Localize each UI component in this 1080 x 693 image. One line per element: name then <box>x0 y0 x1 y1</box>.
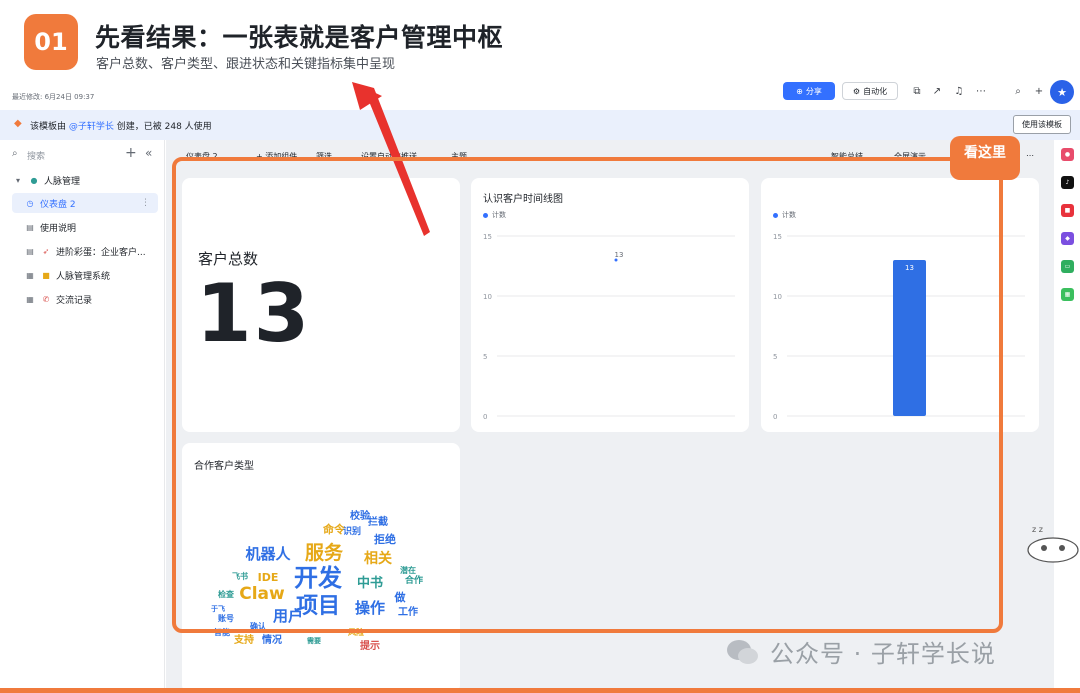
wordcloud-word: 情况 <box>262 633 282 646</box>
doc-icon: ▤ <box>26 222 34 232</box>
doc-icon: ▤ <box>26 246 34 256</box>
bottom-accent-line <box>0 688 1080 693</box>
folder-icon: ■ <box>42 270 50 280</box>
search-placeholder: 搜索 <box>27 152 46 162</box>
sidebar-root-label: 人脉管理 <box>44 176 81 187</box>
expand-icon[interactable]: ↗ <box>930 84 944 98</box>
rail-app-tiktok-icon[interactable]: ♪ <box>1061 176 1074 189</box>
app-top-bar: 最近修改: 6月24日 09:37 ⊕ 分享 ⚙ 自动化 ⧉ ↗ ♫ ⋯ ⌕ +… <box>0 80 1080 110</box>
more-icon[interactable]: ⋯ <box>974 84 988 98</box>
collapse-sidebar-icon[interactable]: « <box>145 146 152 160</box>
sidebar-item-dashboard[interactable]: ◷ 仪表盘 2 ⋮ <box>12 193 158 213</box>
wordcloud-word: 支持 <box>233 633 254 646</box>
caret-down-icon: ▾ <box>15 175 20 185</box>
template-notice-text: 该模板由 @子轩学长 创建，已被 248 人使用 <box>30 119 212 132</box>
sleeping-mascot-icon: z z <box>1027 525 1079 563</box>
dashboard-icon: ◷ <box>26 198 34 208</box>
banner-subtitle: 客户总数、客户类型、跟进状态和关键指标集中呈现 <box>96 57 396 72</box>
template-notice-bar: ◆ 该模板由 @子轩学长 创建，已被 248 人使用 使用该模板 <box>0 110 1080 140</box>
people-icon: ● <box>30 175 38 185</box>
table-icon: ▦ <box>26 270 34 280</box>
user-avatar[interactable]: ★ <box>1050 80 1074 104</box>
share-button[interactable]: ⊕ 分享 <box>783 82 835 100</box>
bell-icon[interactable]: ♫ <box>952 84 966 98</box>
step-badge: 01 <box>24 14 78 70</box>
author-link[interactable]: @子轩学长 <box>69 122 114 132</box>
sidebar-item-system[interactable]: ▦ ■ 人脉管理系统 <box>12 265 158 285</box>
toolbar-more-icon[interactable]: ⋯ <box>1026 151 1034 160</box>
wordcloud-word: 需要 <box>307 636 321 645</box>
sidebar-item-records[interactable]: ▦ ✆ 交流记录 <box>12 289 158 309</box>
sidebar-item-advanced[interactable]: ▤ ➶ 进阶彩蛋：企业客户... <box>12 241 158 261</box>
sidebar-item-label: 仪表盘 2 <box>40 199 76 210</box>
rail-app-4-icon[interactable]: ◆ <box>1061 232 1074 245</box>
search-icon[interactable]: ⌕ <box>1011 84 1025 98</box>
screenshot-root: 01 先看结果：一张表就是客户管理中枢 客户总数、客户类型、跟进状态和关键指标集… <box>0 0 1080 693</box>
table-icon: ▦ <box>26 294 34 304</box>
wordcloud-word: 提示 <box>360 639 380 652</box>
svg-text:z z: z z <box>1032 525 1043 534</box>
add-icon[interactable]: + <box>1032 84 1046 98</box>
add-page-icon[interactable]: + <box>125 145 137 161</box>
right-app-rail: ● ♪ ■ ◆ ▭ ▦ <box>1054 140 1080 693</box>
rail-app-1-icon[interactable]: ● <box>1061 148 1074 161</box>
rail-app-6-icon[interactable]: ▦ <box>1061 288 1074 301</box>
banner-title: 先看结果：一张表就是客户管理中枢 <box>95 23 504 52</box>
sidebar-item-label: 进阶彩蛋：企业客户... <box>56 247 146 258</box>
left-sidebar: ⌕ 搜索 + « ▾ ● 人脉管理 ◷ 仪表盘 2 ⋮ ▤ 使用说明 ▤ ➶ 进… <box>0 140 165 693</box>
automation-button[interactable]: ⚙ 自动化 <box>842 82 898 100</box>
phone-icon: ✆ <box>42 294 50 304</box>
globe-icon: ⊕ <box>796 86 803 96</box>
sidebar-root-folder[interactable]: ▾ ● 人脉管理 <box>12 170 158 190</box>
last-modified-text: 最近修改: 6月24日 09:37 <box>12 93 95 101</box>
share-label: 分享 <box>805 86 822 96</box>
automation-icon: ⚙ <box>852 86 861 96</box>
watermark-text: 公众号 · 子轩学长说 <box>770 640 996 668</box>
use-template-button[interactable]: 使用该模板 <box>1013 115 1071 134</box>
copy-icon[interactable]: ⧉ <box>910 84 924 98</box>
notice-prefix: 该模板由 <box>30 122 69 132</box>
sidebar-item-label: 交流记录 <box>56 295 93 306</box>
more-options-icon[interactable]: ⋮ <box>141 198 150 208</box>
sidebar-item-label: 使用说明 <box>40 223 77 234</box>
sidebar-search[interactable]: ⌕ 搜索 + « <box>12 145 158 164</box>
automation-label: 自动化 <box>863 86 888 96</box>
sidebar-item-instructions[interactable]: ▤ 使用说明 <box>12 217 158 237</box>
search-icon: ⌕ <box>12 148 18 159</box>
sidebar-item-label: 人脉管理系统 <box>56 271 111 282</box>
highlight-frame <box>172 157 1003 633</box>
callout-look-here: 看这里 <box>950 136 1020 180</box>
rocket-icon: ➶ <box>42 246 50 256</box>
rail-app-5-icon[interactable]: ▭ <box>1061 260 1074 273</box>
notice-suffix: 创建，已被 248 人使用 <box>113 122 212 132</box>
template-icon: ◆ <box>14 118 22 129</box>
article-banner: 01 先看结果：一张表就是客户管理中枢 客户总数、客户类型、跟进状态和关键指标集… <box>0 0 1080 80</box>
wechat-icon <box>727 640 758 664</box>
rail-app-3-icon[interactable]: ■ <box>1061 204 1074 217</box>
